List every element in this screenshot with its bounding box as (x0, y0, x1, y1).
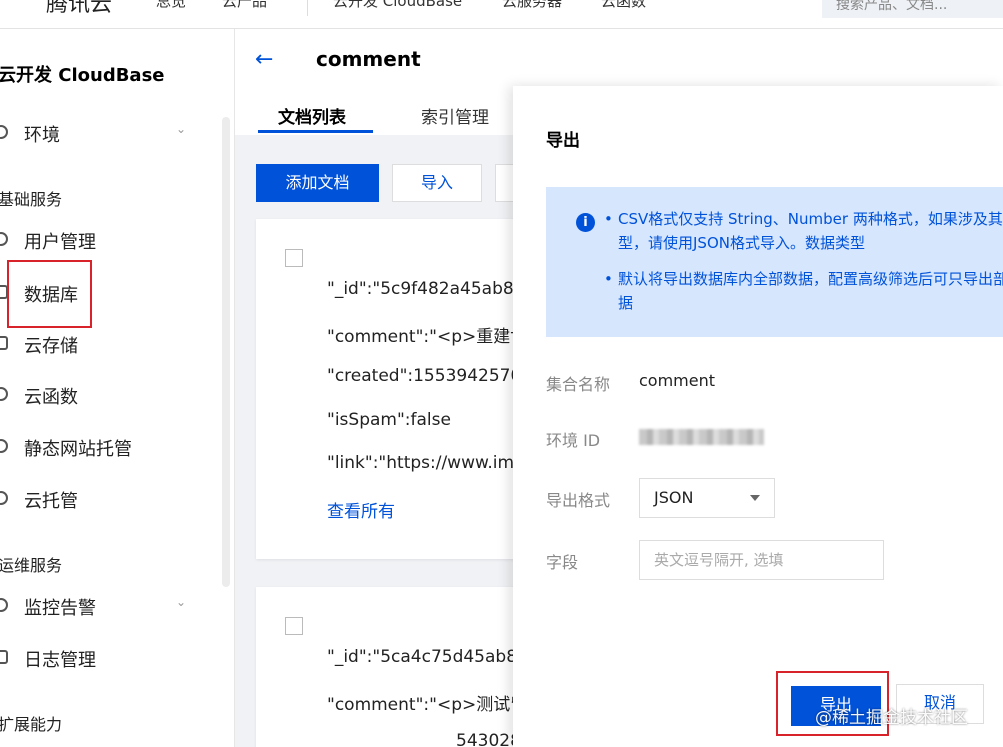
sidebar-item-label: 监控告警 (24, 598, 96, 619)
caret-down-icon (750, 495, 760, 501)
section-basic-services: 基础服务 (0, 190, 63, 209)
search-placeholder: 搜索产品、文档... (836, 0, 948, 13)
doc-field-id: "_id":"5c9f482a45ab8 (327, 279, 514, 299)
bullet-dot: • (604, 210, 613, 228)
info-alert: i • CSV格式仅支持 String、Number 两种格式，如果涉及其他类型… (546, 187, 1003, 337)
log-icon (0, 650, 8, 664)
info-bullet: • CSV格式仅支持 String、Number 两种格式，如果涉及其他类型，请… (604, 207, 1003, 255)
doc-field-created: "created":1553942570 (327, 366, 522, 386)
sidebar-item-monitoring[interactable]: 监控告警 ⌄ (0, 590, 234, 624)
hosting-icon (0, 439, 8, 453)
sidebar: 云开发 CloudBase 环境 ⌄ 基础服务 用户管理 数据库 云存储 云函数… (0, 29, 235, 747)
environment-id-label: 环境 ID (546, 431, 601, 450)
cloud-run-icon (0, 491, 8, 505)
sidebar-item-label: 云存储 (24, 336, 78, 357)
doc-field-isspam: "isSpam":false (327, 410, 451, 430)
doc-field-comment: "comment":"<p>重建博 (327, 327, 528, 347)
arrow-left-icon[interactable]: ← (255, 47, 273, 72)
sidebar-item-label: 日志管理 (24, 650, 96, 671)
nav-products[interactable]: 云产品 (222, 0, 267, 11)
doc-field-comment: "comment":"<p>测试留 (327, 695, 528, 715)
doc-field-id: "_id":"5ca4c75d45ab8 (327, 647, 518, 667)
export-dialog: 导出 i • CSV格式仅支持 String、Number 两种格式，如果涉及其… (513, 86, 1003, 747)
sidebar-item-label: 云托管 (24, 491, 78, 512)
environment-id-redacted (639, 429, 764, 445)
doc-field-link: "link":"https://www.ima (327, 453, 525, 473)
page-title: comment (316, 47, 421, 71)
add-document-button[interactable]: 添加文档 (256, 164, 379, 202)
fields-input[interactable] (639, 540, 884, 580)
highlight-box-database (7, 260, 92, 328)
active-tab-indicator (258, 130, 373, 133)
top-nav-bar: 腾讯云 总览 云产品 云开发 CloudBase 云服务器 云函数 ··· 搜索… (0, 0, 1003, 29)
watermark-text: @稀土掘金技术社区 (815, 708, 968, 728)
environment-icon (0, 125, 8, 139)
monitor-icon (0, 598, 8, 612)
sidebar-item-logs[interactable]: 日志管理 (0, 642, 234, 676)
section-extensions: 扩展能力 (0, 715, 63, 734)
sidebar-item-cloud-run[interactable]: 云托管 (0, 483, 234, 517)
product-title: 云开发 CloudBase (0, 65, 165, 86)
sidebar-item-static-hosting[interactable]: 静态网站托管 (0, 431, 234, 465)
nav-more-icon[interactable]: ··· (690, 0, 704, 8)
nav-functions[interactable]: 云函数 (601, 0, 646, 11)
fields-label: 字段 (546, 553, 579, 572)
bullet-dot: • (604, 270, 613, 288)
function-icon (0, 387, 8, 401)
tab-index-management[interactable]: 索引管理 (421, 103, 489, 128)
dialog-title: 导出 (546, 131, 580, 151)
section-ops-services: 运维服务 (0, 556, 63, 575)
sidebar-item-label: 云函数 (24, 387, 78, 408)
info-bullet: • 默认将导出数据库内全部数据，配置高级筛选后可只导出部分数据 (604, 267, 1003, 315)
export-format-select[interactable]: JSON (639, 478, 775, 518)
brand-logo[interactable]: 腾讯云 (46, 0, 112, 18)
storage-icon (0, 336, 8, 350)
document-checkbox[interactable] (285, 617, 303, 635)
collection-name-value: comment (639, 371, 716, 390)
info-icon: i (576, 213, 595, 232)
import-button[interactable]: 导入 (392, 164, 482, 202)
nav-cvm[interactable]: 云服务器 (502, 0, 562, 11)
sidebar-scrollbar[interactable] (222, 117, 230, 587)
nav-overview[interactable]: 总览 (156, 0, 186, 11)
export-format-label: 导出格式 (546, 491, 611, 510)
nav-cloudbase[interactable]: 云开发 CloudBase (333, 0, 462, 11)
sidebar-item-label: 环境 (24, 125, 60, 146)
users-icon (0, 232, 8, 246)
sidebar-item-environment[interactable]: 环境 ⌄ (0, 117, 234, 151)
nav-divider (307, 0, 308, 16)
view-all-link[interactable]: 查看所有 (327, 497, 395, 522)
chevron-down-icon: ⌄ (176, 595, 187, 609)
tab-document-list[interactable]: 文档列表 (278, 103, 346, 128)
chevron-down-icon: ⌄ (176, 122, 187, 136)
document-checkbox[interactable] (285, 249, 303, 267)
sidebar-item-functions[interactable]: 云函数 (0, 379, 234, 413)
sidebar-item-user-management[interactable]: 用户管理 (0, 224, 234, 258)
info-bullet-text: 默认将导出数据库内全部数据，配置高级筛选后可只导出部分数据 (618, 270, 1003, 312)
global-search-input[interactable]: 搜索产品、文档... (822, 0, 1003, 18)
sidebar-item-label: 用户管理 (24, 232, 96, 253)
sidebar-item-label: 静态网站托管 (24, 439, 132, 460)
sidebar-item-storage[interactable]: 云存储 (0, 328, 234, 362)
info-bullet-text: CSV格式仅支持 String、Number 两种格式，如果涉及其他类型，请使用… (618, 210, 1003, 252)
collection-name-label: 集合名称 (546, 375, 611, 394)
export-format-value: JSON (654, 488, 694, 507)
